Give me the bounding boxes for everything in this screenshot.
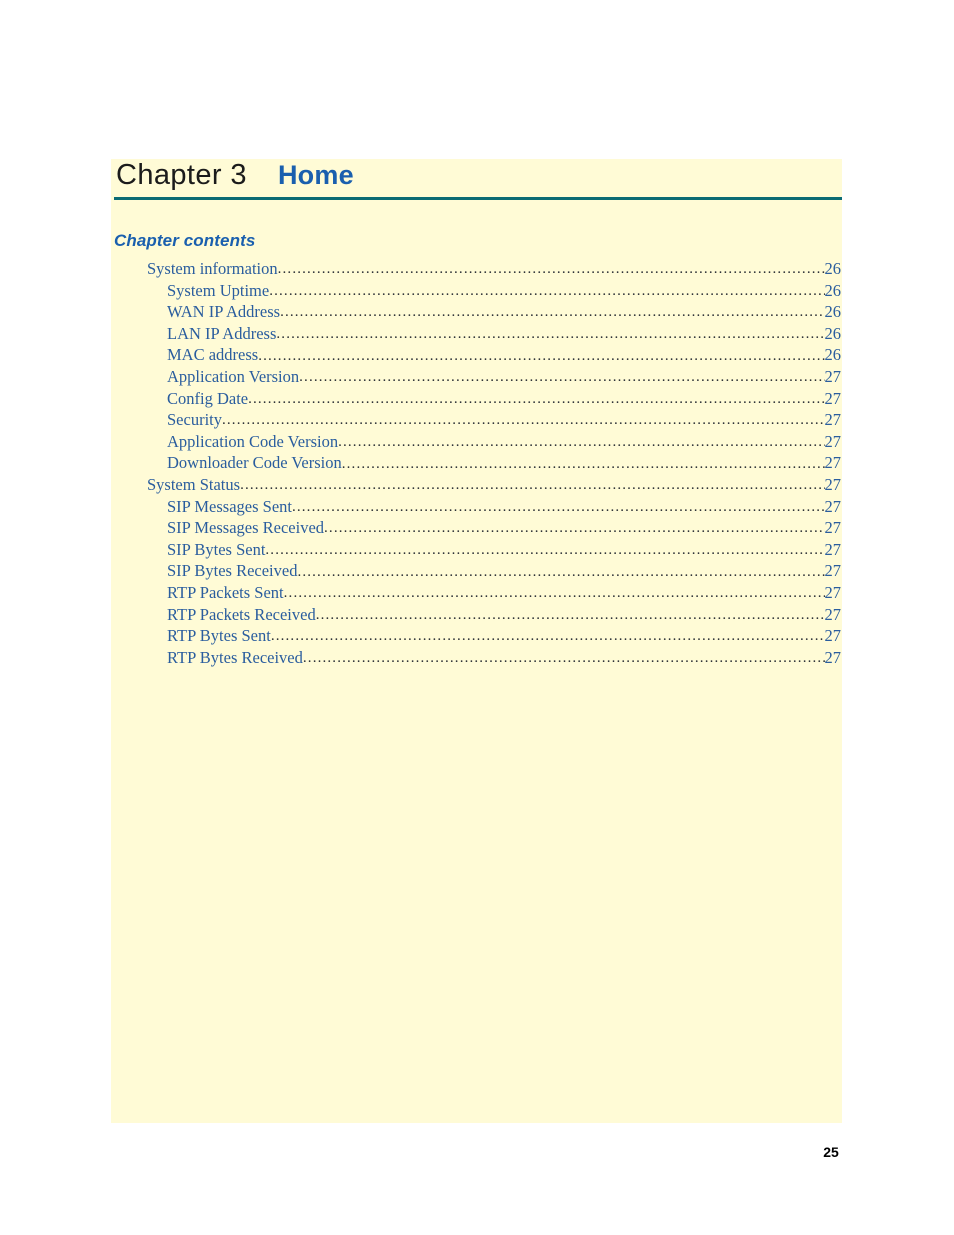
toc-entry[interactable]: System information 26 [111, 259, 842, 281]
toc-entry-page-number: 26 [824, 302, 842, 322]
toc-entry-page-number: 27 [824, 453, 842, 473]
toc-dot-leader [271, 630, 825, 647]
toc-dot-leader [278, 263, 825, 280]
toc-entry-label: RTP Packets Sent [167, 582, 284, 602]
toc-dot-leader [299, 371, 824, 388]
toc-entry[interactable]: SIP Bytes Sent 27 [111, 540, 842, 562]
toc-entry-label: Config Date [167, 388, 249, 408]
page-number-footer: 25 [0, 1144, 954, 1160]
toc-dot-leader [292, 501, 825, 518]
toc-entry-page-number: 27 [824, 626, 842, 646]
toc-dot-leader [303, 652, 825, 669]
toc-entry[interactable]: Downloader Code Version 27 [111, 453, 842, 475]
table-of-contents-list: System information26System Uptime26WAN I… [111, 259, 842, 669]
toc-entry-page-number: 27 [824, 496, 842, 516]
toc-entry-page-number: 27 [824, 431, 842, 451]
toc-dot-leader [269, 285, 824, 302]
toc-dot-leader [324, 522, 824, 539]
toc-entry-page-number: 27 [824, 388, 842, 408]
page-number-value: 25 [823, 1144, 839, 1160]
toc-entry-label: RTP Packets Received [167, 604, 316, 624]
toc-entry-page-number: 26 [824, 259, 842, 278]
toc-entry[interactable]: SIP Messages Sent 27 [111, 497, 842, 519]
toc-entry-page-number: 27 [824, 366, 842, 386]
chapter-header: Chapter 3 Home [111, 159, 842, 201]
toc-entry[interactable]: RTP Bytes Received 27 [111, 648, 842, 670]
toc-entry[interactable]: LAN IP Address 26 [111, 324, 842, 346]
toc-entry-page-number: 27 [824, 410, 842, 430]
toc-entry[interactable]: System Uptime 26 [111, 281, 842, 303]
toc-entry-label: MAC address [167, 345, 259, 365]
toc-entry-page-number: 26 [824, 323, 842, 343]
toc-entry-label: SIP Bytes Received [167, 561, 298, 581]
toc-entry-label: RTP Bytes Received [167, 647, 303, 667]
toc-entry[interactable]: Application Version 27 [111, 367, 842, 389]
toc-entry[interactable]: RTP Bytes Sent 27 [111, 626, 842, 648]
toc-entry[interactable]: SIP Bytes Received 27 [111, 561, 842, 583]
toc-entry[interactable]: MAC address 26 [111, 345, 842, 367]
toc-entry-label: WAN IP Address [167, 302, 281, 322]
toc-entry[interactable]: RTP Packets Received 27 [111, 605, 842, 627]
chapter-content-panel: Chapter 3 Home Chapter contents System i… [111, 159, 842, 1123]
toc-entry[interactable]: RTP Packets Sent 27 [111, 583, 842, 605]
toc-dot-leader [316, 609, 825, 626]
toc-dot-leader [276, 328, 824, 345]
toc-dot-leader [222, 414, 825, 431]
toc-entry-page-number: 27 [824, 604, 842, 624]
toc-entry-page-number: 26 [824, 280, 842, 300]
toc-entry[interactable]: SIP Messages Received 27 [111, 518, 842, 540]
chapter-number-label: Chapter 3 [116, 159, 247, 191]
toc-entry-page-number: 26 [824, 345, 842, 365]
toc-entry-page-number: 27 [824, 582, 842, 602]
toc-dot-leader [240, 479, 824, 496]
toc-entry[interactable]: WAN IP Address 26 [111, 302, 842, 324]
chapter-title: Home [277, 160, 354, 190]
toc-entry-label: Application Version [167, 366, 300, 386]
toc-entry-label: Security [167, 410, 222, 430]
toc-dot-leader [280, 306, 824, 323]
toc-dot-leader [265, 544, 824, 561]
chapter-header-rule [114, 197, 842, 200]
toc-entry-page-number: 27 [824, 518, 842, 538]
toc-entry-label: System Uptime [167, 280, 270, 300]
toc-entry[interactable]: Application Code Version 27 [111, 432, 842, 454]
toc-entry-page-number: 27 [824, 474, 842, 494]
toc-dot-leader [297, 565, 824, 582]
toc-entry-label: System Status [147, 474, 241, 494]
toc-dot-leader [284, 587, 825, 604]
toc-entry-label: SIP Messages Received [167, 518, 325, 538]
toc-dot-leader [258, 349, 824, 366]
toc-entry-label: SIP Bytes Sent [167, 539, 266, 559]
toc-entry-page-number: 27 [824, 539, 842, 559]
toc-entry-label: LAN IP Address [167, 323, 277, 343]
toc-entry-label: RTP Bytes Sent [167, 626, 271, 646]
toc-entry[interactable]: Config Date 27 [111, 389, 842, 411]
toc-entry-label: SIP Messages Sent [167, 496, 292, 516]
toc-entry-label: Application Code Version [167, 431, 339, 451]
toc-entry[interactable]: Security 27 [111, 410, 842, 432]
toc-entry-page-number: 27 [824, 561, 842, 581]
toc-dot-leader [342, 457, 825, 474]
toc-dot-leader [338, 436, 824, 453]
toc-entry-page-number: 27 [824, 647, 842, 667]
toc-entry[interactable]: System Status 27 [111, 475, 842, 497]
toc-dot-leader [248, 393, 824, 410]
toc-entry-label: System information [147, 259, 278, 278]
chapter-contents-heading: Chapter contents [114, 231, 256, 250]
toc-entry-label: Downloader Code Version [167, 453, 342, 473]
